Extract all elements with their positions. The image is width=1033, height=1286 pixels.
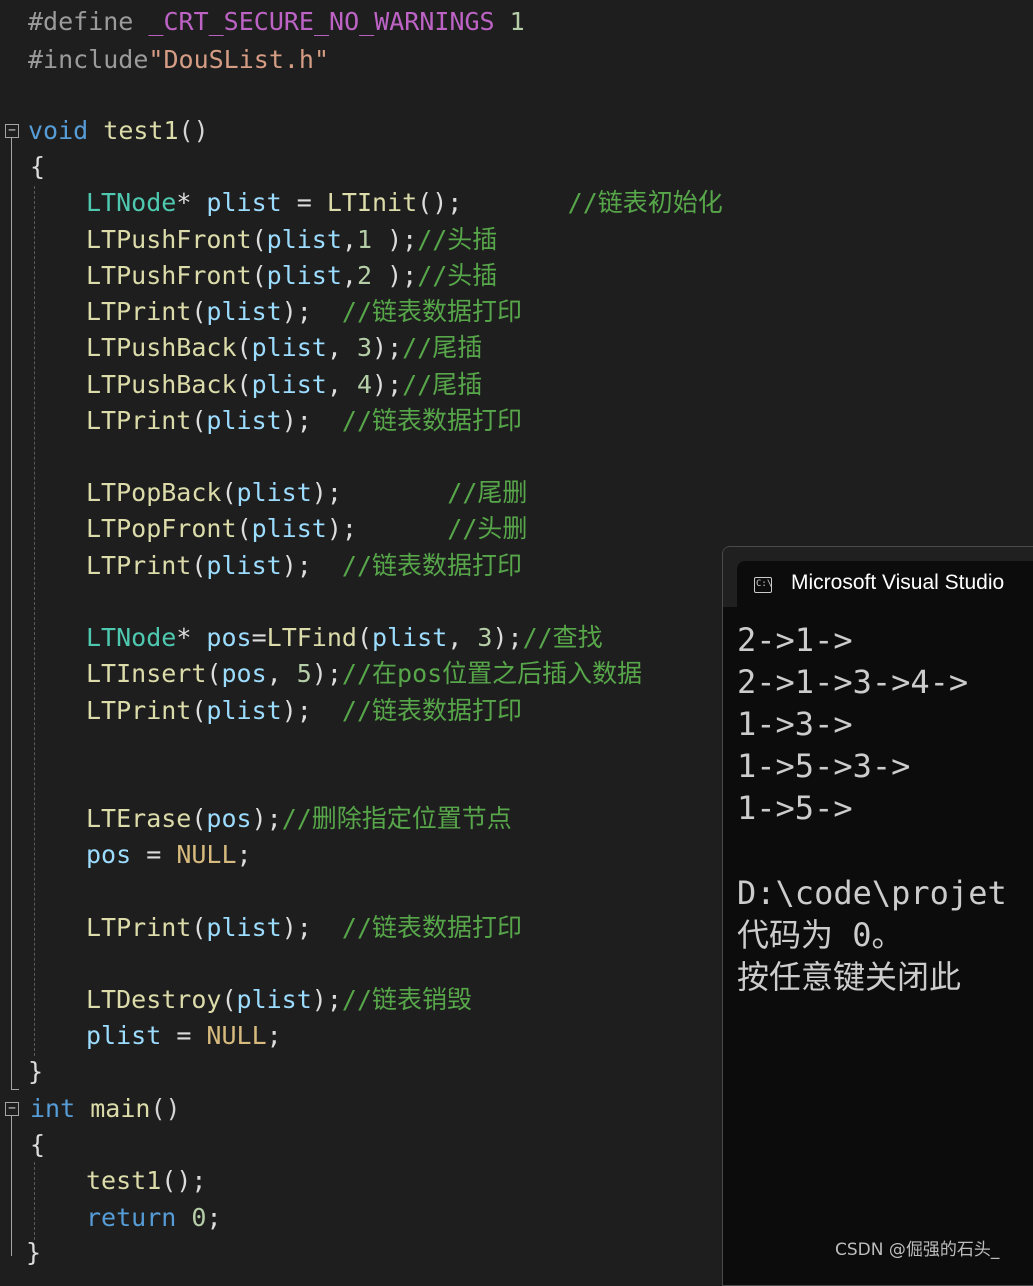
code-line-8: LTPushFront(plist,2 );//头插: [86, 261, 498, 290]
console-output-line: 1->5->3->: [737, 747, 911, 785]
code-line-14: LTPopBack(plist); //尾删: [86, 478, 528, 507]
code-line-26: LTPrint(plist); //链表数据打印: [86, 913, 523, 942]
fold-range-test1: [11, 138, 12, 1090]
console-output-line: D:\code\projet: [737, 874, 1007, 912]
console-title: Microsoft Visual Studio: [791, 571, 1005, 594]
console-output-line: 1->5->: [737, 789, 853, 827]
open-brace: {: [30, 152, 46, 181]
code-line-10: LTPushBack(plist, 3);//尾插: [86, 333, 483, 362]
code-line-12: LTPrint(plist); //链表数据打印: [86, 406, 523, 435]
code-line-33: test1();: [86, 1166, 207, 1195]
code-line-4: void test1(): [28, 116, 209, 145]
code-line-1: #define _CRT_SECURE_NO_WARNINGS 1: [28, 7, 525, 36]
debug-console-window[interactable]: C:\ Microsoft Visual Studio 2->1-> 2->1-…: [722, 546, 1033, 1286]
code-line-11: LTPushBack(plist, 4);//尾插: [86, 370, 483, 399]
indent-guide: [34, 1162, 35, 1240]
console-output-line: 2->1->3->4->: [737, 663, 969, 701]
code-line-16: LTPrint(plist); //链表数据打印: [86, 551, 523, 580]
code-line-31: int main(): [30, 1094, 181, 1123]
indent-guide: [34, 186, 35, 1056]
code-line-7: LTPushFront(plist,1 );//头插: [86, 225, 498, 254]
console-tab[interactable]: C:\ Microsoft Visual Studio: [737, 561, 1033, 607]
console-output-line: 按任意键关闭此: [737, 958, 962, 996]
watermark: CSDN @倔强的石头_: [835, 1240, 1000, 1260]
code-line-15: LTPopFront(plist); //头删: [86, 514, 528, 543]
console-output-line: 1->3->: [737, 705, 853, 743]
collapse-main-icon[interactable]: −: [5, 1102, 19, 1116]
open-brace: {: [30, 1130, 46, 1159]
code-line-19: LTInsert(pos, 5);//在pos位置之后插入数据: [86, 659, 643, 688]
close-brace: }: [28, 1057, 44, 1086]
code-line-23: LTErase(pos);//删除指定位置节点: [86, 804, 512, 833]
collapse-test1-icon[interactable]: −: [5, 124, 19, 138]
code-line-9: LTPrint(plist); //链表数据打印: [86, 297, 523, 326]
close-brace: }: [26, 1238, 42, 1267]
code-line-24: pos = NULL;: [86, 840, 252, 869]
code-line-29: plist = NULL;: [86, 1021, 282, 1050]
fold-range-main: [11, 1116, 12, 1256]
code-line-2: #include"DouSList.h": [28, 45, 330, 74]
console-output-line: 代码为 0。: [737, 916, 904, 954]
code-line-6: LTNode* plist = LTInit(); //链表初始化: [86, 188, 723, 217]
terminal-icon: C:\: [754, 577, 772, 593]
code-line-18: LTNode* pos=LTFind(plist, 3);//查找: [86, 623, 603, 652]
fold-range-end: [11, 1089, 19, 1090]
code-line-34: return 0;: [86, 1203, 222, 1232]
code-line-28: LTDestroy(plist);//链表销毁: [86, 985, 473, 1014]
console-output-line: 2->1->: [737, 621, 853, 659]
code-line-20: LTPrint(plist); //链表数据打印: [86, 696, 523, 725]
